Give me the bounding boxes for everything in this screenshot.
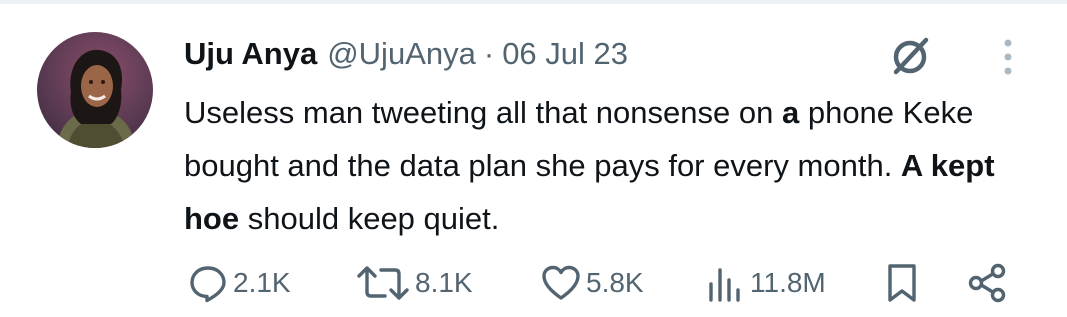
tweet-text-bold-segment: a: [781, 95, 800, 130]
tweet-text-segment: Useless man tweeting all that nonsense o…: [184, 95, 782, 130]
grok-slash-icon: [893, 37, 929, 75]
tweet-header: Uju Anya @UjuAnya · 06 Jul 23: [184, 32, 628, 76]
reply-count: 2.1K: [233, 267, 291, 298]
author-display-name[interactable]: Uju Anya: [184, 36, 317, 72]
top-divider: [0, 0, 1067, 4]
views-button[interactable]: 11.8M: [706, 258, 826, 308]
author-handle[interactable]: @UjuAnya: [327, 36, 476, 72]
more-options-button[interactable]: [988, 33, 1028, 81]
share-icon: [968, 263, 1006, 303]
like-count: 5.8K: [586, 267, 644, 298]
reply-button[interactable]: 2.1K: [187, 258, 291, 308]
retweet-button[interactable]: 8.1K: [355, 258, 473, 308]
retweet-icon: [357, 266, 409, 300]
tweet-date[interactable]: 06 Jul 23: [502, 36, 628, 72]
grok-button[interactable]: [886, 32, 934, 80]
avatar[interactable]: [37, 32, 153, 148]
bookmark-icon: [888, 264, 916, 302]
share-button[interactable]: [966, 258, 1008, 308]
tweet-text: Useless man tweeting all that nonsense o…: [184, 86, 1024, 245]
heart-icon: [542, 265, 580, 300]
tweet-actions-bar: 2.1K 8.1K 5.8K 11.8M: [0, 258, 1067, 308]
reply-icon: [190, 266, 226, 303]
like-button[interactable]: 5.8K: [540, 258, 644, 308]
retweet-count: 8.1K: [415, 267, 473, 298]
views-chart-icon: [709, 268, 740, 302]
header-separator: ·: [483, 36, 495, 71]
tweet-text-segment: should keep quiet.: [239, 201, 500, 236]
views-count: 11.8M: [750, 267, 826, 298]
bookmark-button[interactable]: [882, 258, 922, 308]
more-vertical-icon: [1004, 39, 1012, 75]
